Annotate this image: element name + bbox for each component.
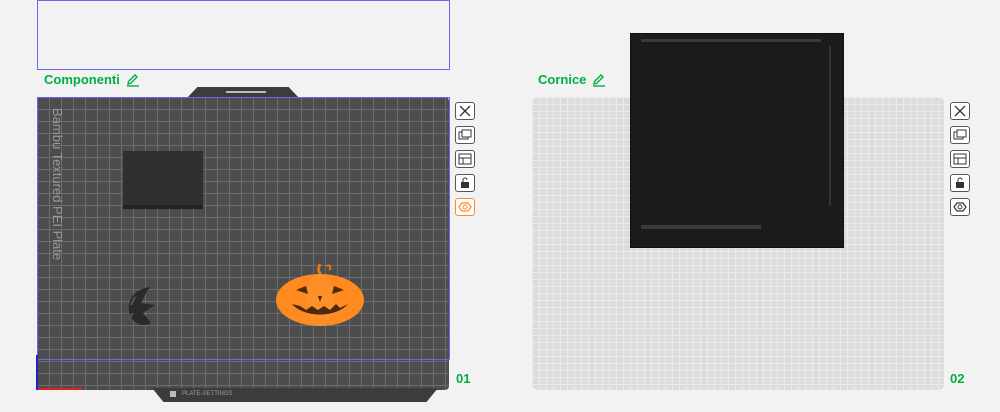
eye-icon — [953, 202, 967, 212]
pumpkin-object[interactable] — [274, 262, 366, 328]
lock-icon — [461, 177, 469, 188]
layout-icon — [458, 153, 472, 165]
arrange-icon — [953, 129, 967, 140]
plate-2-toolbar — [950, 102, 970, 216]
spiral-object[interactable] — [121, 283, 163, 329]
lock-icon — [956, 177, 964, 188]
close-plate-button[interactable] — [455, 102, 475, 120]
plate-1-bottom-strip: PLATE-SETTINGS — [170, 389, 360, 399]
close-icon — [459, 105, 471, 117]
plate-1-name: Componenti — [44, 72, 120, 87]
plate-2-title[interactable]: Cornice — [538, 72, 606, 87]
auto-arrange-button[interactable] — [455, 126, 475, 144]
layout-icon — [953, 153, 967, 165]
object-block[interactable] — [123, 151, 203, 209]
selection-box-plate-1 — [37, 97, 450, 360]
auto-arrange-button[interactable] — [950, 126, 970, 144]
visibility-button[interactable] — [950, 198, 970, 216]
layout-button[interactable] — [455, 150, 475, 168]
grid-icon — [170, 391, 176, 397]
y-axis-indicator — [36, 355, 38, 390]
arrange-icon — [458, 129, 472, 140]
eye-icon — [458, 202, 472, 212]
edit-pencil-icon[interactable] — [592, 73, 606, 87]
close-plate-button[interactable] — [950, 102, 970, 120]
lock-plate-button[interactable] — [455, 174, 475, 192]
plate-1-strip-text: PLATE-SETTINGS — [182, 391, 233, 397]
x-axis-indicator — [37, 388, 82, 390]
plate-2-number: 02 — [950, 371, 965, 386]
plate-1-number: 01 — [456, 371, 471, 386]
selection-box-top — [37, 0, 450, 70]
close-icon — [954, 105, 966, 117]
plate-1-title[interactable]: Componenti — [44, 72, 140, 87]
visibility-button[interactable] — [455, 198, 475, 216]
bed-type-label: Bambu Textured PEI Plate — [50, 108, 65, 261]
plate-2-name: Cornice — [538, 72, 587, 87]
frame-object[interactable] — [630, 33, 844, 248]
plate-1-toolbar — [455, 102, 475, 216]
layout-button[interactable] — [950, 150, 970, 168]
lock-plate-button[interactable] — [950, 174, 970, 192]
edit-pencil-icon[interactable] — [126, 73, 140, 87]
